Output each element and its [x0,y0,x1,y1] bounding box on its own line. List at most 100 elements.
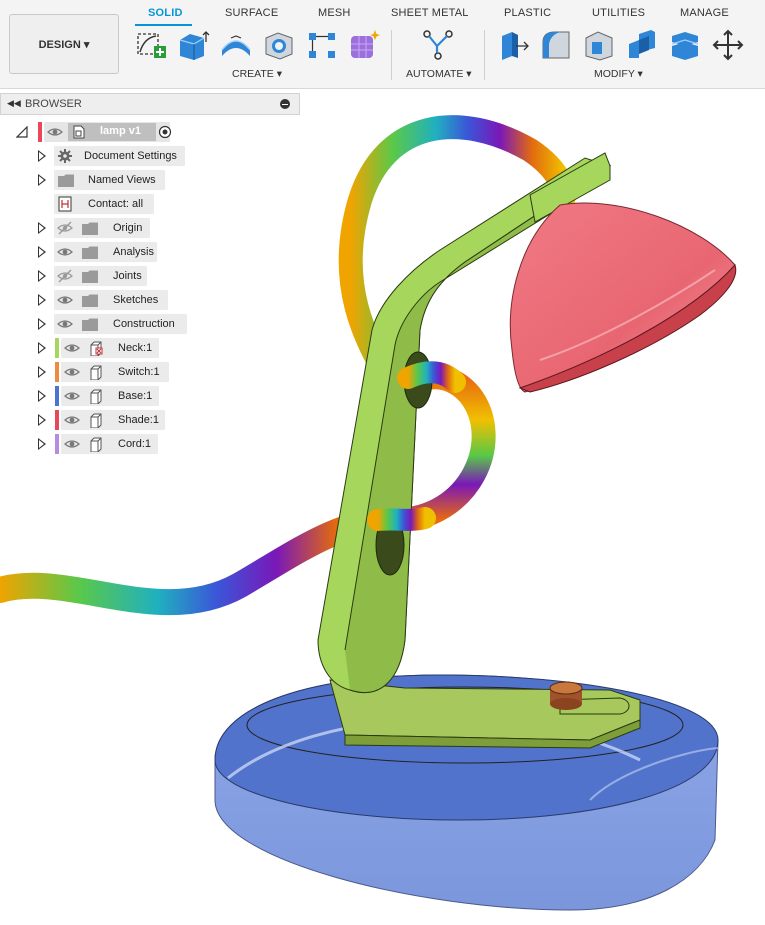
folder-icon [82,222,98,235]
switch-body[interactable] [549,681,583,710]
component-icon [90,413,102,428]
expand-triangle-icon[interactable] [38,270,47,282]
expand-triangle-icon[interactable] [38,414,47,426]
expand-triangle-icon[interactable] [38,150,47,162]
expand-triangle-icon[interactable] [38,390,47,402]
component-color-bar [55,410,59,430]
combine-icon[interactable] [625,28,659,62]
toolbar-separator [484,30,485,80]
automate-icon[interactable] [421,28,455,62]
browser-item-construction[interactable]: Construction [34,314,194,334]
node-box[interactable]: Contact: all [54,194,154,214]
node-box[interactable]: Base:1 [61,386,159,406]
expand-triangle-icon[interactable] [38,294,47,306]
tab-plastic[interactable]: PLASTIC [504,7,551,19]
item-label: Cord:1 [118,438,152,450]
collapse-triangle-icon[interactable] [16,126,28,138]
activate-radio-icon[interactable] [158,125,172,139]
expand-triangle-icon[interactable] [38,174,47,186]
node-box[interactable]: Joints [54,266,147,286]
create-menu[interactable]: CREATE ▾ [232,68,282,80]
node-box[interactable]: Analysis [54,242,157,262]
browser-item-document-settings[interactable]: Document Settings [34,146,194,166]
eye-hidden-icon[interactable] [57,268,73,284]
minimize-browser-icon[interactable] [280,99,290,109]
browser-item-switch[interactable]: Switch:1 [34,362,194,382]
node-box[interactable]: Named Views [54,170,165,190]
eye-icon[interactable] [64,388,80,404]
tab-solid[interactable]: SOLID [148,7,183,19]
active-tab-indicator [135,24,192,26]
contact-icon [58,196,72,212]
tab-sheet-metal[interactable]: SHEET METAL [391,7,469,19]
expand-triangle-icon[interactable] [38,366,47,378]
browser-item-analysis[interactable]: Analysis [34,242,194,262]
node-box[interactable]: Document Settings [54,146,185,166]
node-box[interactable]: Switch:1 [61,362,169,382]
root-label-highlight: lamp v1 [68,123,156,141]
tab-mesh[interactable]: MESH [318,7,351,19]
node-box[interactable]: Neck:1 [61,338,159,358]
browser-item-sketches[interactable]: Sketches [34,290,194,310]
revolve-icon[interactable] [219,28,253,62]
root-node[interactable]: lamp v1 [44,122,172,142]
browser-item-joints[interactable]: Joints [34,266,194,286]
browser-item-contact[interactable]: Contact: all [34,194,194,214]
eye-icon[interactable] [64,364,80,380]
design-workspace-button[interactable]: DESIGN ▾ [9,14,119,74]
eye-icon[interactable] [64,340,80,356]
expand-triangle-icon[interactable] [38,246,47,258]
split-body-icon[interactable] [668,28,702,62]
press-pull-icon[interactable] [496,28,530,62]
pattern-icon[interactable] [305,28,339,62]
node-box[interactable]: Origin [54,218,150,238]
node-box[interactable]: Cord:1 [61,434,158,454]
eye-icon[interactable] [64,412,80,428]
browser-item-neck[interactable]: Neck:1 [34,338,194,358]
expand-triangle-icon[interactable] [38,318,47,330]
browser-item-named-views[interactable]: Named Views [34,170,194,190]
create-sketch-icon[interactable] [134,28,168,62]
extrude-icon[interactable] [176,28,210,62]
item-label: Contact: all [88,198,144,210]
browser-panel-header: ◀◀ BROWSER [0,93,300,115]
eye-icon[interactable] [57,316,73,332]
component-error-icon [90,341,103,356]
expand-triangle-icon[interactable] [38,438,47,450]
document-component-icon [73,125,85,139]
node-box[interactable]: Shade:1 [61,410,165,430]
shade-body[interactable] [509,202,737,393]
eye-icon[interactable] [57,244,73,260]
browser-item-origin[interactable]: Origin [34,218,194,238]
form-icon[interactable] [348,28,382,62]
browser-item-cord[interactable]: Cord:1 [34,434,194,454]
browser-item-base[interactable]: Base:1 [34,386,194,406]
fillet-icon[interactable] [539,28,573,62]
toolbar-separator [391,30,392,80]
folder-icon [82,294,98,307]
shell-icon[interactable] [582,28,616,62]
item-label: Document Settings [84,150,177,162]
item-label: Named Views [88,174,156,186]
modify-menu[interactable]: MODIFY ▾ [594,68,643,80]
item-label: Shade:1 [118,414,159,426]
eye-icon[interactable] [47,124,63,140]
eye-icon[interactable] [57,292,73,308]
browser-root-row[interactable]: lamp v1 [16,122,186,142]
automate-menu[interactable]: AUTOMATE ▾ [406,68,472,80]
collapse-panel-icon[interactable]: ◀◀ [7,98,21,109]
tab-utilities[interactable]: UTILITIES [592,7,645,19]
eye-hidden-icon[interactable] [57,220,73,236]
tab-surface[interactable]: SURFACE [225,7,278,19]
node-box[interactable]: Construction [54,314,187,334]
item-label: Joints [113,270,142,282]
hole-icon[interactable] [262,28,296,62]
node-box[interactable]: Sketches [54,290,168,310]
move-copy-icon[interactable] [711,28,745,62]
expand-triangle-icon[interactable] [38,342,47,354]
eye-icon[interactable] [64,436,80,452]
expand-triangle-icon[interactable] [38,222,47,234]
tab-manage[interactable]: MANAGE [680,7,729,19]
item-label: Neck:1 [118,342,153,354]
browser-item-shade[interactable]: Shade:1 [34,410,194,430]
